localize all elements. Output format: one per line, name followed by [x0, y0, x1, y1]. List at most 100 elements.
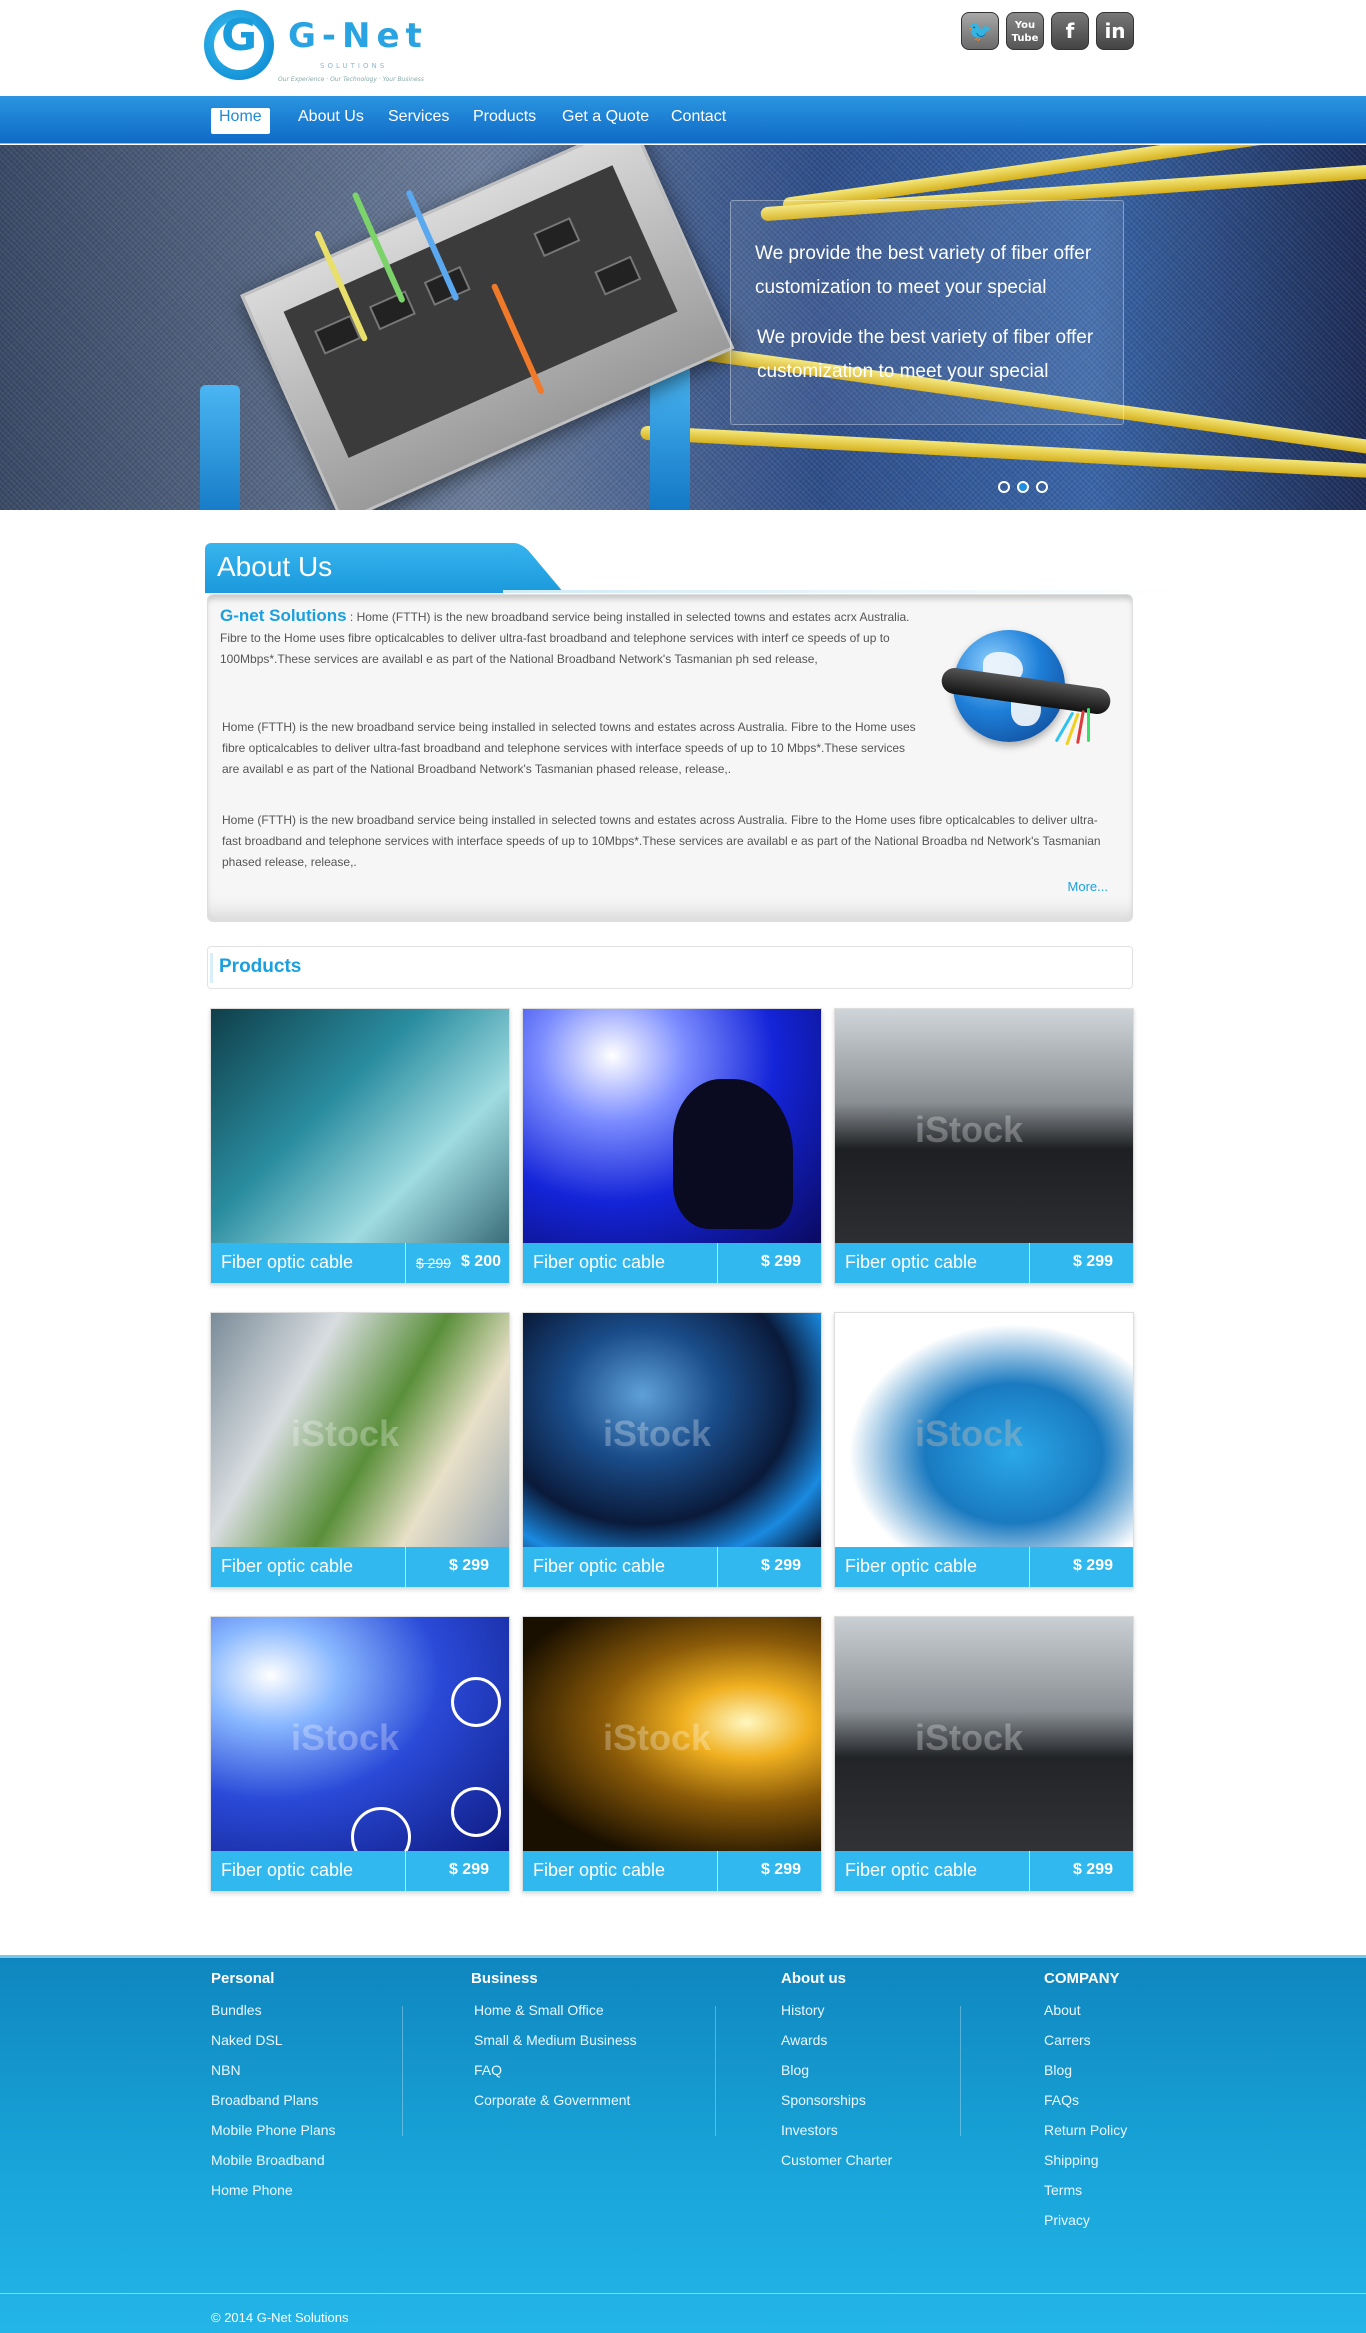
footer-link[interactable]: Privacy [1044, 2210, 1127, 2240]
footer-link[interactable]: Carrers [1044, 2030, 1127, 2060]
copyright-text: © 2014 G-Net Solutions [211, 2310, 349, 2325]
product-card[interactable]: Fiber optic cable $ 299 $ 200 [210, 1008, 510, 1284]
footer-link[interactable]: Naked DSL [211, 2030, 336, 2060]
product-price-box: $ 299 [717, 1851, 821, 1891]
footer-link[interactable]: Home Phone [211, 2180, 336, 2210]
product-image: iStock [835, 1617, 1133, 1851]
product-card[interactable]: iStock Fiber optic cable $ 299 [522, 1616, 822, 1892]
footer-column-business: Business Home & Small Office Small & Med… [471, 1970, 637, 2120]
product-bar: Fiber optic cable $ 299 [835, 1851, 1133, 1891]
product-image: iStock [523, 1617, 821, 1851]
footer-link[interactable]: Bundles [211, 2000, 336, 2030]
product-card[interactable]: iStock Fiber optic cable $ 299 [834, 1616, 1134, 1892]
device-port [368, 290, 416, 331]
footer-link[interactable]: Mobile Broadband [211, 2150, 336, 2180]
about-brand-label: G-net Solutions [220, 606, 347, 625]
banner-caption-box: We provide the best variety of fiber off… [730, 200, 1124, 425]
product-card[interactable]: iStock Fiber optic cable $ 299 [834, 1312, 1134, 1588]
mail-icon [351, 1807, 411, 1851]
footer-link[interactable]: Return Policy [1044, 2120, 1127, 2150]
footer-link[interactable]: Investors [781, 2120, 892, 2150]
product-price-box: $ 299 [405, 1851, 509, 1891]
footer-link[interactable]: About [1044, 2000, 1127, 2030]
slider-dot-2[interactable] [1017, 481, 1029, 493]
footer-link[interactable]: Awards [781, 2030, 892, 2060]
twitter-icon[interactable]: 🐦 [961, 12, 999, 50]
footer-column-company: COMPANY About Carrers Blog FAQs Return P… [1044, 1970, 1127, 2240]
about-colon: : [349, 610, 357, 624]
globe-cable-image [940, 630, 1112, 780]
facebook-icon[interactable]: f [1051, 12, 1089, 50]
about-underline [503, 590, 1183, 593]
product-bar: Fiber optic cable $ 299 [211, 1547, 509, 1587]
youtube-icon[interactable]: You Tube [1006, 12, 1044, 50]
product-image: iStock [523, 1313, 821, 1547]
nav-about-us[interactable]: About Us [290, 108, 372, 134]
device-port [594, 255, 642, 296]
site-footer: Personal Bundles Naked DSL NBN Broadband… [0, 1955, 1366, 2333]
hero-banner: We provide the best variety of fiber off… [0, 145, 1366, 510]
brand-name: G-Net [288, 16, 428, 56]
product-old-price: $ 299 [416, 1255, 452, 1271]
product-price-box: $ 299 [717, 1243, 821, 1283]
product-image: iStock [211, 1617, 509, 1851]
product-card[interactable]: Fiber optic cable $ 299 [522, 1008, 822, 1284]
site-header: G G-Net SOLUTIONS Our Experience · Our T… [0, 0, 1366, 96]
footer-link[interactable]: FAQs [1044, 2090, 1127, 2120]
footer-heading: About us [781, 1970, 846, 1987]
product-card[interactable]: iStock Fiber optic cable $ 299 [210, 1312, 510, 1588]
about-more-link[interactable]: More... [1068, 879, 1108, 894]
product-bar: Fiber optic cable $ 299 [835, 1547, 1133, 1587]
about-paragraph-3: Home (FTTH) is the new broadband service… [222, 813, 1101, 869]
product-name: Fiber optic cable [221, 1860, 354, 1880]
product-name: Fiber optic cable [533, 1860, 666, 1880]
site-logo[interactable]: G G-Net SOLUTIONS Our Experience · Our T… [204, 10, 444, 83]
footer-link[interactable]: Sponsorships [781, 2090, 892, 2120]
product-price: $ 299 [1072, 1861, 1113, 1878]
product-price: $ 299 [448, 1557, 489, 1574]
tools-icon [451, 1787, 501, 1837]
nav-contact[interactable]: Contact [663, 108, 734, 134]
product-card[interactable]: iStock Fiber optic cable $ 299 [834, 1008, 1134, 1284]
footer-link[interactable]: Shipping [1044, 2150, 1127, 2180]
footer-link[interactable]: Broadband Plans [211, 2090, 336, 2120]
footer-link[interactable]: Blog [781, 2060, 892, 2090]
product-bar: Fiber optic cable $ 299 [523, 1547, 821, 1587]
about-title: About Us [217, 551, 333, 582]
footer-link[interactable]: Mobile Phone Plans [211, 2120, 336, 2150]
product-price: $ 299 [1072, 1253, 1113, 1270]
footer-column-personal: Personal Bundles Naked DSL NBN Broadband… [211, 1970, 336, 2210]
product-image: iStock [211, 1313, 509, 1547]
product-price-box: $ 299 [405, 1547, 509, 1587]
product-bar: Fiber optic cable $ 299 [523, 1851, 821, 1891]
footer-column-about: About us History Awards Blog Sponsorship… [781, 1970, 892, 2180]
watermark: iStock [915, 1413, 1024, 1454]
nav-get-a-quote[interactable]: Get a Quote [554, 108, 657, 134]
nav-home[interactable]: Home [211, 108, 270, 134]
about-paragraph-2: Home (FTTH) is the new broadband service… [222, 720, 916, 776]
footer-link[interactable]: Home & Small Office [471, 2000, 637, 2030]
footer-link[interactable]: Blog [1044, 2060, 1127, 2090]
footer-link[interactable]: Small & Medium Business [471, 2030, 637, 2060]
linkedin-icon[interactable]: in [1096, 12, 1134, 50]
slider-dot-3[interactable] [1036, 481, 1048, 493]
product-card[interactable]: iStock Fiber optic cable $ 299 [210, 1616, 510, 1892]
footer-link[interactable]: Corporate & Government [471, 2090, 637, 2120]
product-image: iStock [835, 1313, 1133, 1547]
product-card[interactable]: iStock Fiber optic cable $ 299 [522, 1312, 822, 1588]
products-title: Products [219, 956, 302, 977]
nav-services[interactable]: Services [380, 108, 457, 134]
footer-link[interactable]: NBN [211, 2060, 336, 2090]
globe-fiber [1087, 708, 1090, 742]
slider-dot-1[interactable] [998, 481, 1010, 493]
footer-link[interactable]: History [781, 2000, 892, 2030]
footer-link[interactable]: Terms [1044, 2180, 1127, 2210]
nav-products[interactable]: Products [465, 108, 544, 134]
product-name: Fiber optic cable [845, 1860, 978, 1880]
device-panel [283, 165, 678, 458]
hand-silhouette [673, 1079, 793, 1229]
watermark: iStock [603, 1413, 712, 1454]
watermark: iStock [915, 1717, 1024, 1758]
footer-link[interactable]: Customer Charter [781, 2150, 892, 2180]
footer-link[interactable]: FAQ [471, 2060, 637, 2090]
